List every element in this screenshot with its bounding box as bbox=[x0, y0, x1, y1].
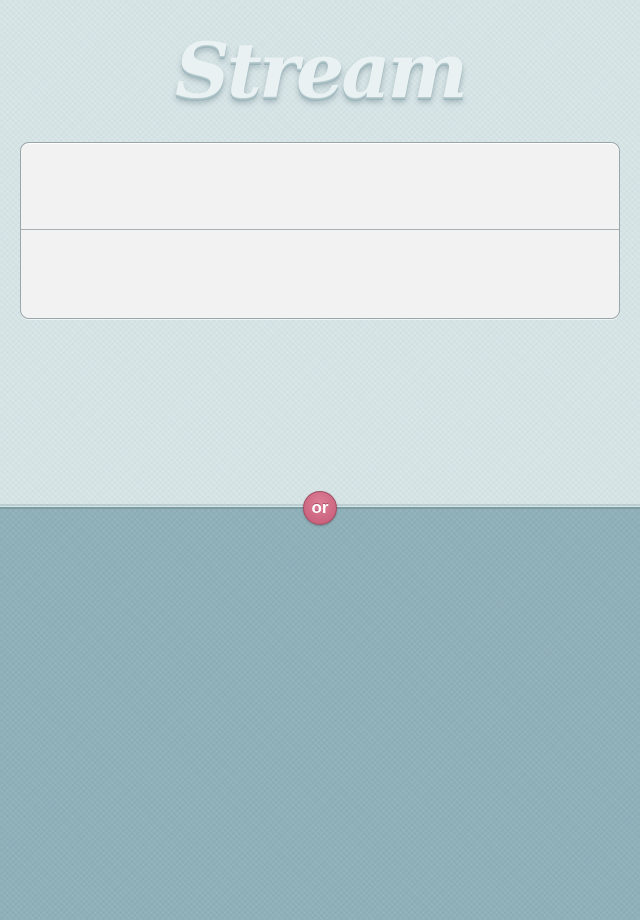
app-logo: Stream bbox=[174, 26, 468, 115]
password-field[interactable] bbox=[21, 230, 619, 317]
username-field[interactable] bbox=[21, 143, 619, 230]
or-divider-badge: or bbox=[303, 491, 337, 525]
login-form-card bbox=[20, 142, 620, 319]
alternate-login-panel bbox=[0, 507, 640, 920]
